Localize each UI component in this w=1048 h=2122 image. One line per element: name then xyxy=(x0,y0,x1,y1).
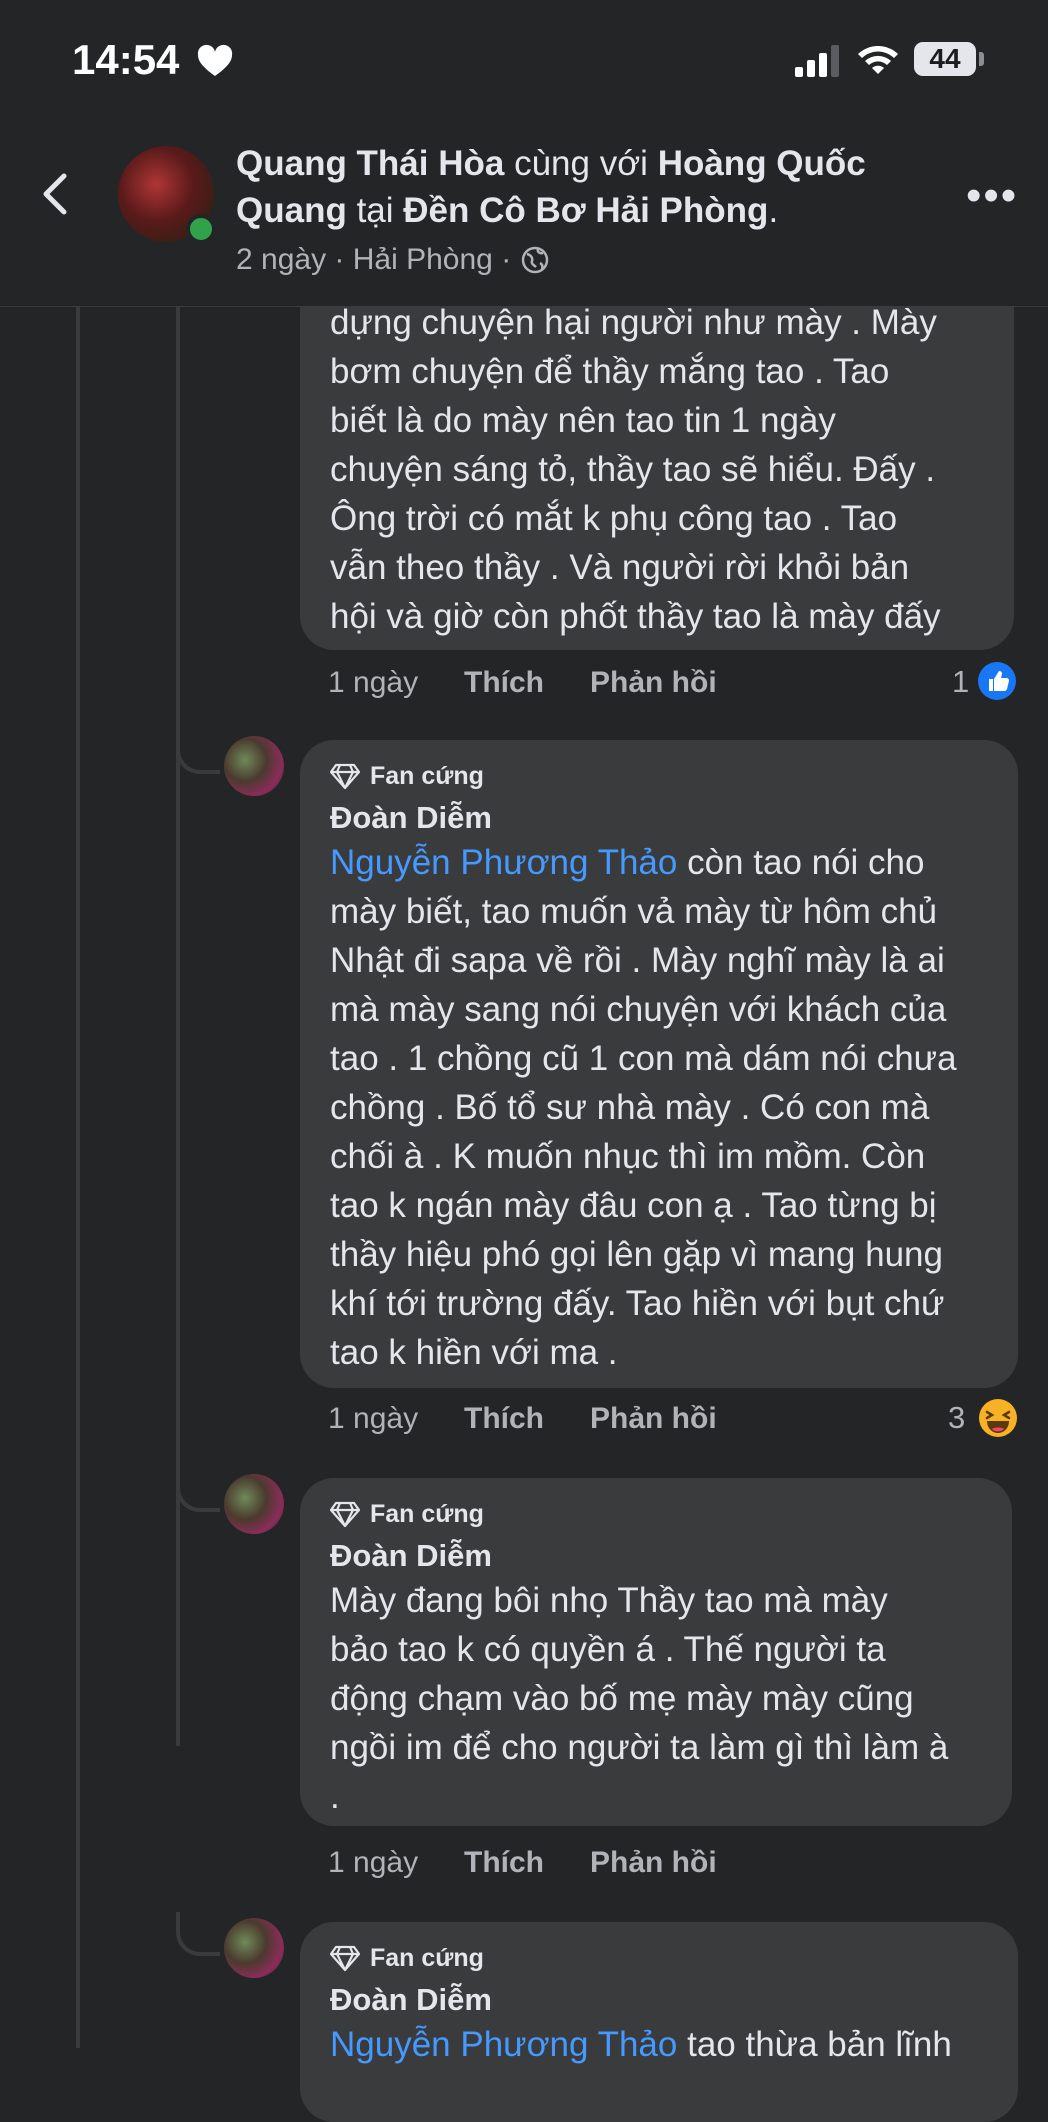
comment-author[interactable]: Đoàn Diễm xyxy=(330,800,492,836)
comment-line: Ông trời có mắt k phụ công tao . Tao xyxy=(330,499,898,538)
comment-text: Nguyễn Phương Thảo tao thừa bản lĩnh xyxy=(330,2020,952,2069)
haha-icon xyxy=(978,1398,1018,1438)
like-icon xyxy=(978,662,1016,700)
author-link[interactable]: Quang Thái Hòa xyxy=(236,144,504,183)
like-button[interactable]: Thích xyxy=(464,1402,544,1436)
comment-time: 1 ngày xyxy=(328,1402,419,1435)
diamond-icon xyxy=(329,1944,361,1972)
signal-icon xyxy=(795,45,839,77)
reply-button[interactable]: Phản hồi xyxy=(590,1846,717,1880)
post-place: Hải Phòng xyxy=(352,243,493,276)
comment-line: . xyxy=(330,1777,340,1816)
comment-time: 1 ngày xyxy=(328,666,419,699)
badge-label: Fan cứng xyxy=(370,1944,484,1972)
comment-line: bơm chuyện để thầy mắng tao . Tao xyxy=(330,352,890,391)
diamond-icon xyxy=(329,762,361,790)
wifi-icon xyxy=(858,46,898,74)
back-icon[interactable] xyxy=(36,170,76,218)
comment-line: khí tới trường đấy. Tao hiền với bụt chứ xyxy=(330,1284,945,1323)
separator: · xyxy=(334,243,345,276)
mention-link[interactable]: Nguyễn Phương Thảo xyxy=(330,843,677,882)
comment-line: mà mày sang nói chuyện với khách của xyxy=(330,990,947,1029)
comment-line: tao k ngán mày đâu con ạ . Tao từng bị xyxy=(330,1186,937,1225)
comment-line: vẫn theo thầy . Và người rời khỏi bản xyxy=(330,548,910,587)
like-button[interactable]: Thích xyxy=(464,666,544,700)
badge-label: Fan cứng xyxy=(370,1500,484,1528)
status-time: 14:54 xyxy=(72,36,180,83)
reply-connector xyxy=(176,1912,220,1956)
online-indicator xyxy=(186,214,216,244)
post-meta: 2 ngày · Hải Phòng · xyxy=(236,243,550,277)
diamond-icon xyxy=(329,1500,361,1528)
reply-connector xyxy=(176,730,220,774)
thread-line xyxy=(76,306,80,2048)
comment-text: dựng chuyện hại người như mày . Mày bơm … xyxy=(330,298,941,641)
more-options-icon[interactable]: ••• xyxy=(966,174,1018,218)
post-header: 14:54 44 Quang Thái Hòa cùng với Hoàng Q… xyxy=(0,0,1048,307)
badge-label: Fan cứng xyxy=(370,762,484,790)
reaction-count[interactable]: 3 xyxy=(948,1400,965,1436)
comment-author[interactable]: Đoàn Diễm xyxy=(330,1538,492,1574)
comment-line: Mày đang bôi nhọ Thầy tao mà mày xyxy=(330,1581,888,1620)
avatar[interactable] xyxy=(224,1474,284,1534)
comment-line: chồng . Bố tổ sư nhà mày . Có con mà xyxy=(330,1088,930,1127)
comment-line: biết là do mày nên tao tin 1 ngày xyxy=(330,401,836,440)
globe-icon xyxy=(521,246,548,274)
comment-line: tao thừa bản lĩnh xyxy=(687,2025,952,2064)
fan-badge: Fan cứng xyxy=(329,1944,484,1973)
comment-line: bảo tao k có quyền á . Thế người ta xyxy=(330,1630,886,1669)
comment-line: tao k hiền với ma . xyxy=(330,1333,618,1372)
reply-connector xyxy=(176,1468,220,1512)
comment-line: động chạm vào bố mẹ mày mày cũng xyxy=(330,1679,914,1718)
like-button[interactable]: Thích xyxy=(464,1846,544,1880)
comment-text: Nguyễn Phương Thảo còn tao nói cho mày b… xyxy=(330,838,957,1377)
comment-line: ngồi im để cho người ta làm gì thì làm à xyxy=(330,1728,949,1767)
location-link[interactable]: Đền Cô Bơ Hải Phòng xyxy=(403,191,768,230)
comment-line: còn tao nói cho xyxy=(687,843,925,882)
reply-button[interactable]: Phản hồi xyxy=(590,1402,717,1436)
comment-line: thầy hiệu phó gọi lên gặp vì mang hung xyxy=(330,1235,943,1274)
comment-line: mày biết, tao muốn vả mày từ hôm chủ xyxy=(330,892,938,931)
comment-line: hội và giờ còn phốt thầy tao là mày đấy xyxy=(330,597,941,636)
comment-time: 1 ngày xyxy=(328,1846,419,1879)
post-title: Quang Thái Hòa cùng với Hoàng Quốc Quang… xyxy=(236,140,916,234)
separator: · xyxy=(501,243,512,276)
comment-author[interactable]: Đoàn Diễm xyxy=(330,1982,492,2018)
comment-line: chối à . K muốn nhục thì im mồm. Còn xyxy=(330,1137,926,1176)
reply-button[interactable]: Phản hồi xyxy=(590,666,717,700)
mention-link[interactable]: Nguyễn Phương Thảo xyxy=(330,2025,677,2064)
avatar[interactable] xyxy=(224,1918,284,1978)
fan-badge: Fan cứng xyxy=(329,1500,484,1529)
battery-level: 44 xyxy=(914,42,976,76)
battery-tip xyxy=(979,52,984,66)
fan-badge: Fan cứng xyxy=(329,762,484,791)
period: . xyxy=(768,191,779,230)
at-text: tại xyxy=(356,191,394,230)
heart-icon xyxy=(197,44,233,76)
with-text: cùng với xyxy=(514,144,648,183)
comment-line: chuyện sáng tỏ, thầy tao sẽ hiểu. Đấy . xyxy=(330,450,936,489)
comment-line: Nhật đi sapa về rồi . Mày nghĩ mày là ai xyxy=(330,941,945,980)
reply-thread-line xyxy=(176,306,180,1746)
post-time[interactable]: 2 ngày xyxy=(236,243,326,276)
avatar[interactable] xyxy=(224,736,284,796)
reaction-count[interactable]: 1 xyxy=(952,664,969,700)
comment-line: tao . 1 chồng cũ 1 con mà dám nói chưa xyxy=(330,1039,957,1078)
comment-text: Mày đang bôi nhọ Thầy tao mà mày bảo tao… xyxy=(330,1576,948,1821)
